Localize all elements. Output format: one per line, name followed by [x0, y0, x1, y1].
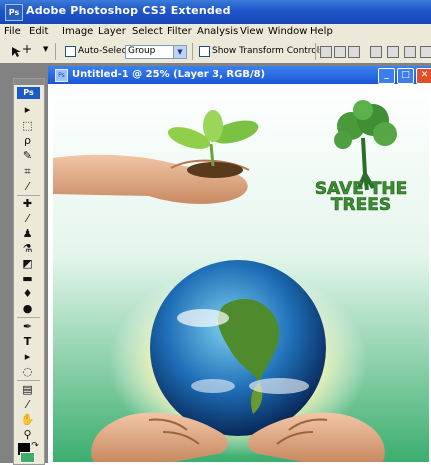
- move-tool-icon[interactable]: ▸: [20, 103, 35, 116]
- show-transform-label: Show Transform Controls: [212, 46, 324, 56]
- clone-stamp-tool-icon[interactable]: ♟: [20, 227, 35, 240]
- toolbox: Ps ▸ ⬚ ρ ✎ ⌗ ⁄ ✚ ⁄ ♟ ⚗ ◩ ▬ ♦ ● ✒ T ▸ ◌ ▤…: [13, 78, 45, 465]
- menu-window[interactable]: Window: [268, 26, 307, 37]
- menu-image[interactable]: Image: [62, 26, 93, 37]
- align-right-icon[interactable]: [404, 46, 416, 58]
- document-title-bar[interactable]: Ps Untitled-1 @ 25% (Layer 3, RGB/8) _ □…: [48, 66, 431, 84]
- magic-wand-tool-icon[interactable]: ✎: [20, 149, 35, 162]
- align-vertical-center-icon[interactable]: [334, 46, 346, 58]
- type-tool-icon[interactable]: T: [20, 335, 35, 348]
- app-title: Adobe Photoshop CS3 Extended: [26, 4, 231, 17]
- eraser-tool-icon[interactable]: ◩: [20, 257, 35, 270]
- earth-clouds: [191, 379, 235, 393]
- eyedropper-tool-icon[interactable]: ⁄: [20, 398, 35, 411]
- options-bar: ▼ Auto-Select: Group ▼ Show Transform Co…: [0, 41, 431, 64]
- document-title: Untitled-1 @ 25% (Layer 3, RGB/8): [72, 69, 266, 80]
- show-transform-checkbox[interactable]: [199, 46, 210, 57]
- menu-help[interactable]: Help: [310, 26, 333, 37]
- crop-tool-icon[interactable]: ⌗: [20, 165, 35, 178]
- menu-filter[interactable]: Filter: [167, 26, 192, 37]
- align-top-icon[interactable]: [320, 46, 332, 58]
- separator: [17, 380, 40, 381]
- pen-tool-icon[interactable]: ✒: [20, 320, 35, 333]
- menu-view[interactable]: View: [240, 26, 264, 37]
- shape-tool-icon[interactable]: ◌: [20, 365, 35, 378]
- separator: [192, 43, 193, 60]
- toolbox-grip[interactable]: [14, 79, 44, 85]
- earth-clouds: [249, 378, 309, 394]
- align-horizontal-center-icon[interactable]: [387, 46, 399, 58]
- earth-clouds: [177, 309, 229, 327]
- save-the-trees-artwork: SAVE THE TREES: [53, 86, 429, 462]
- background-color-swatch[interactable]: [20, 452, 35, 463]
- align-bottom-icon[interactable]: [348, 46, 360, 58]
- close-icon[interactable]: ✕: [416, 68, 431, 84]
- lasso-tool-icon[interactable]: ρ: [20, 134, 35, 147]
- menu-layer[interactable]: Layer: [98, 26, 126, 37]
- minimize-icon[interactable]: _: [378, 68, 395, 84]
- distribute-icon[interactable]: [420, 46, 431, 58]
- path-selection-tool-icon[interactable]: ▸: [20, 350, 35, 363]
- separator: [17, 317, 40, 318]
- photoshop-icon: Ps: [5, 4, 23, 21]
- auto-select-value: Group: [128, 46, 156, 56]
- menu-edit[interactable]: Edit: [29, 26, 48, 37]
- align-left-icon[interactable]: [370, 46, 382, 58]
- history-brush-tool-icon[interactable]: ⚗: [20, 242, 35, 255]
- headline-line2: TREES: [331, 195, 391, 215]
- photoshop-document-icon: Ps: [55, 69, 68, 82]
- photoshop-logo[interactable]: Ps: [17, 87, 40, 99]
- auto-select-checkbox[interactable]: [65, 46, 76, 57]
- menu-file[interactable]: File: [4, 26, 21, 37]
- maximize-icon[interactable]: □: [397, 68, 414, 84]
- chevron-down-icon[interactable]: ▼: [173, 46, 186, 58]
- healing-brush-tool-icon[interactable]: ✚: [20, 197, 35, 210]
- dodge-tool-icon[interactable]: ●: [20, 302, 35, 315]
- gradient-tool-icon[interactable]: ▬: [20, 272, 35, 285]
- document-canvas[interactable]: SAVE THE TREES: [53, 86, 429, 462]
- menu-bar: File Edit Image Layer Select Filter Anal…: [0, 24, 431, 42]
- notes-tool-icon[interactable]: ▤: [20, 383, 35, 396]
- separator: [315, 43, 316, 60]
- blur-tool-icon[interactable]: ♦: [20, 287, 35, 300]
- menu-analysis[interactable]: Analysis: [197, 26, 238, 37]
- brush-tool-icon[interactable]: ⁄: [20, 212, 35, 225]
- chevron-down-icon[interactable]: ▼: [43, 45, 48, 53]
- menu-select[interactable]: Select: [132, 26, 163, 37]
- separator: [55, 43, 56, 60]
- slice-tool-icon[interactable]: ⁄: [20, 180, 35, 193]
- separator: [17, 195, 40, 196]
- app-title-bar: Ps Adobe Photoshop CS3 Extended: [0, 0, 431, 24]
- auto-select-dropdown[interactable]: Group ▼: [125, 45, 187, 59]
- marquee-tool-icon[interactable]: ⬚: [20, 119, 35, 132]
- move-tool-preset-icon[interactable]: [10, 45, 34, 59]
- document-window: Ps Untitled-1 @ 25% (Layer 3, RGB/8) _ □…: [48, 66, 431, 463]
- hand-tool-icon[interactable]: ✋: [20, 413, 35, 426]
